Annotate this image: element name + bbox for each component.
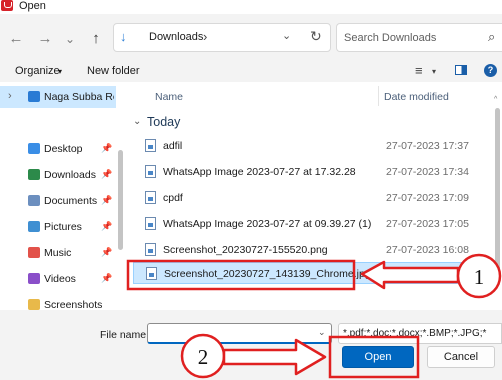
dialog-footer: File name: ⌄ *.pdf;*.doc;*.docx;*.BMP;*.… [0,310,502,380]
image-file-icon [145,217,156,230]
chevron-right-icon[interactable]: › [203,29,207,44]
search-icon[interactable]: ⌕ [488,29,495,45]
file-date-modified: 27-07-2023 14:37 [387,268,470,280]
sidebar-item-music[interactable]: Music 📌 [0,242,116,264]
pin-icon[interactable]: 📌 [101,143,112,154]
title-bar: Open [0,0,502,14]
music-icon [28,247,40,258]
chevron-right-icon[interactable]: › [8,90,12,102]
column-header-name[interactable]: Name [155,91,183,103]
pin-icon[interactable]: 📌 [101,273,112,284]
chevron-down-icon[interactable]: ⌄ [133,116,141,127]
app-icon [1,0,13,11]
image-file-icon [145,191,156,204]
file-name: cpdf [163,192,183,204]
navigation-pane: › Naga Subba Red Desktop📌 Downloads📌 Documen… [0,82,125,311]
file-name: Screenshot_20230727-155520.png [163,244,328,256]
file-date-modified: 27-07-2023 17:05 [386,218,469,230]
image-file-icon [146,267,157,280]
file-list-scrollbar[interactable]: ^ [493,82,502,310]
folder-icon [28,299,40,310]
help-icon[interactable]: ? [484,64,497,77]
sidebar-item-desktop[interactable]: Desktop 📌 [0,138,116,160]
file-name-field[interactable]: ⌄ [147,323,332,344]
address-bar[interactable]: ↓ Downloads › ⌄ ↻ [113,23,331,52]
sidebar-item-label: Naga Subba Red [44,91,114,103]
organize-button[interactable]: Organize [15,65,60,77]
file-name: WhatsApp Image 2023-07-27 at 09.39.27 (1… [163,218,372,230]
image-file-icon [145,139,156,152]
group-label: Today [147,115,181,129]
open-button[interactable]: Open [342,346,414,368]
forward-icon[interactable]: → [35,29,55,49]
sidebar-scrollbar[interactable] [116,82,125,310]
file-row[interactable]: adfil 27-07-2023 17:37 [133,135,493,157]
scroll-up-icon[interactable]: ^ [494,96,497,103]
column-divider[interactable] [378,86,379,106]
chevron-down-icon[interactable]: ⌄ [318,327,326,338]
navigation-bar: ← → ⌄ ↑ ↓ Downloads › ⌄ ↻ Search Downloa… [0,14,502,62]
sidebar-item-documents[interactable]: Documents 📌 [0,190,116,212]
file-list: Name Date modified ⌄ Today adfil 27-07-20… [125,82,502,310]
image-file-icon [145,243,156,256]
sidebar-item-naga-subba-red[interactable]: › Naga Subba Red [0,86,116,108]
file-date-modified: 27-07-2023 17:09 [386,192,469,204]
pin-icon[interactable]: 📌 [101,195,112,206]
search-input[interactable]: Search Downloads ⌕ [336,23,502,52]
download-icon [28,169,40,180]
file-list-scroll-thumb[interactable] [495,108,500,278]
address-path[interactable]: Downloads [149,31,203,43]
file-row[interactable]: WhatsApp Image 2023-07-27 at 17.32.28 27-… [133,161,493,183]
file-name-label: File name: [100,329,150,341]
back-icon[interactable]: ← [6,29,26,49]
desktop-icon [28,143,40,154]
image-file-icon [145,165,156,178]
pin-icon[interactable]: 📌 [101,221,112,232]
file-date-modified: 27-07-2023 16:08 [386,244,469,256]
file-row[interactable]: cpdf 27-07-2023 17:09 [133,187,493,209]
videos-icon [28,273,40,284]
file-date-modified: 27-07-2023 17:37 [386,140,469,152]
cancel-button[interactable]: Cancel [427,346,495,368]
search-placeholder: Search Downloads [344,32,437,44]
file-row[interactable]: Screenshot_20230727-155520.png 27-07-2023… [133,239,493,261]
recent-locations-icon[interactable]: ⌄ [60,29,80,49]
sidebar-item-downloads[interactable]: Downloads 📌 [0,164,116,186]
documents-icon [28,195,40,206]
cloud-icon [28,91,40,102]
file-type-filter-text[interactable]: *.pdf;*.doc;*.docx;*.BMP;*.JPG;* [343,328,486,339]
file-date-modified: 27-07-2023 17:34 [386,166,469,178]
pin-icon[interactable]: 📌 [101,169,112,180]
column-header-date[interactable]: Date modified [384,91,449,103]
main-area: › Naga Subba Red Desktop📌 Downloads📌 Documen… [0,82,502,311]
new-folder-button[interactable]: New folder [87,65,140,77]
download-folder-icon: ↓ [120,29,127,44]
file-row[interactable]: Screenshot_20230727_143139_Chrome.jpg 27-… [133,262,493,284]
organize-chevron-icon[interactable]: ▾ [58,67,62,76]
command-bar: Organize ▾ New folder ≡ ▾ ? [0,62,502,82]
chevron-down-icon[interactable]: ⌄ [282,29,291,42]
view-chevron-icon[interactable]: ▾ [432,67,436,76]
up-folder-icon[interactable]: ↑ [86,29,106,49]
file-name: Screenshot_20230727_143139_Chrome.jpg [164,268,371,280]
file-name: WhatsApp Image 2023-07-27 at 17.32.28 [163,166,356,178]
file-name: adfil [163,140,183,152]
pictures-icon [28,221,40,232]
view-options-icon[interactable]: ≡ [415,63,423,78]
refresh-icon[interactable]: ↻ [310,28,322,45]
sidebar-scroll-thumb[interactable] [118,150,123,250]
file-row[interactable]: WhatsApp Image 2023-07-27 at 09.39.27 (1… [133,213,493,235]
file-type-filter[interactable]: *.pdf;*.doc;*.docx;*.BMP;*.JPG;* [338,323,502,344]
sidebar-item-videos[interactable]: Videos 📌 [0,268,116,290]
window-title: Open [19,0,46,12]
pin-icon[interactable]: 📌 [101,247,112,258]
sidebar-item-pictures[interactable]: Pictures 📌 [0,216,116,238]
preview-pane-icon[interactable] [455,65,467,75]
